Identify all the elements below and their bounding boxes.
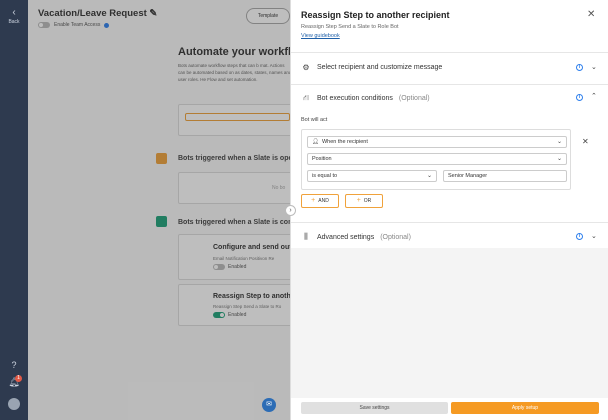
section-optional: (Optional)	[380, 233, 411, 241]
select-value: is equal to	[312, 173, 338, 179]
close-icon[interactable]: ✕	[587, 9, 595, 20]
chevron-down-icon: ⌄	[426, 173, 432, 179]
hierarchy-icon: ⛙	[303, 93, 309, 102]
plus-icon: +	[311, 197, 316, 204]
button-label: AND	[318, 198, 329, 204]
panel-title: Reassign Step to another recipient	[301, 10, 450, 20]
collapse-panel-button[interactable]: ›	[285, 205, 296, 216]
button-label: OR	[363, 198, 372, 204]
chevron-down-icon: ⌄	[556, 139, 562, 145]
chat-icon[interactable]: ✉	[262, 398, 276, 412]
back-label: Back	[8, 19, 20, 25]
add-or-button[interactable]: + OR	[345, 194, 383, 208]
notification-badge: 1	[15, 375, 22, 382]
recipient-section[interactable]: ⚙ Select recipient and customize message…	[291, 52, 608, 80]
advanced-section[interactable]: ⫼ Advanced settings (Optional) i ⌄	[291, 222, 608, 248]
input-value: Senior Manager	[448, 173, 488, 179]
app-sidebar: ‹ Back ? 🔔︎ 1	[0, 0, 28, 420]
panel-subtitle: Reassign Step Send a Slate to Role Bot	[301, 24, 399, 30]
guidebook-link[interactable]: View guidebook	[301, 33, 340, 39]
notifications-button[interactable]: 🔔︎ 1	[0, 375, 28, 388]
panel-empty-area	[291, 248, 608, 398]
chevron-down-icon[interactable]: ⌄	[591, 63, 597, 71]
select-value: When the recipient	[321, 139, 368, 145]
user-icon: 👤︎	[312, 139, 319, 145]
select-value: Position	[312, 156, 332, 162]
chevron-down-icon[interactable]: ⌄	[591, 232, 597, 240]
condition-operator-select[interactable]: is equal to ⌄	[307, 170, 437, 182]
condition-field-select[interactable]: Position ⌄	[307, 153, 567, 165]
help-icon[interactable]: ?	[0, 360, 28, 370]
sliders-icon: ⫼	[304, 232, 308, 241]
avatar[interactable]	[8, 398, 20, 410]
gear-icon: ⚙	[302, 63, 310, 72]
chevron-up-icon[interactable]: ⌃	[591, 92, 597, 100]
chevron-left-icon: ‹	[12, 7, 16, 18]
condition-subject-select[interactable]: 👤︎ When the recipient ⌄	[307, 136, 567, 148]
save-settings-button[interactable]: Save settings	[301, 402, 448, 414]
overlay-dim	[28, 0, 290, 420]
apply-setup-button[interactable]: Apply setup	[451, 402, 599, 414]
remove-condition-button[interactable]: ✕	[582, 137, 589, 146]
add-and-button[interactable]: + AND	[301, 194, 339, 208]
info-icon[interactable]: i	[576, 233, 583, 240]
section-label: Advanced settings	[317, 233, 375, 241]
bot-settings-panel: Reassign Step to another recipient ✕ Rea…	[290, 0, 608, 420]
info-icon[interactable]: i	[576, 64, 583, 71]
plus-icon: +	[356, 197, 361, 204]
chevron-down-icon: ⌄	[556, 156, 562, 162]
back-button[interactable]: ‹ Back	[0, 7, 28, 26]
section-optional: (Optional)	[398, 94, 430, 102]
condition-value-input[interactable]: Senior Manager	[443, 170, 567, 182]
bot-will-act-label: Bot will act	[301, 117, 328, 123]
section-label: Bot execution conditions	[317, 94, 393, 102]
info-icon[interactable]: i	[576, 94, 583, 101]
section-label: Select recipient and customize message	[317, 64, 443, 71]
